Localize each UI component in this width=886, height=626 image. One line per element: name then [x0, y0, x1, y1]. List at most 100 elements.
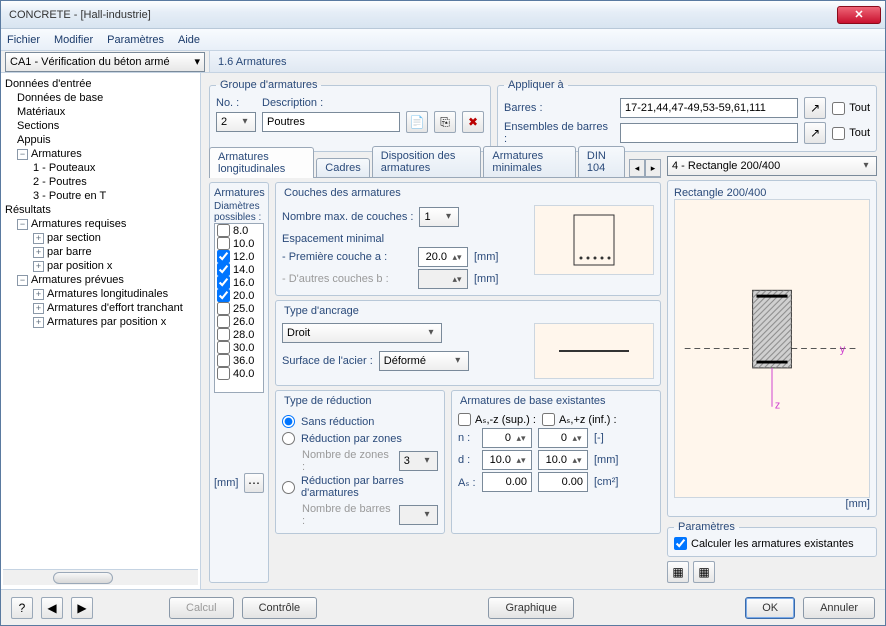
tree-req[interactable]: −Armatures requises: [3, 217, 198, 231]
tree-base[interactable]: Données de base: [3, 91, 198, 105]
tree-prev3[interactable]: +Armatures par position x: [3, 315, 198, 329]
expand-icon[interactable]: +: [33, 289, 44, 300]
expand-icon[interactable]: +: [33, 317, 44, 328]
case-combo-value: CA1 - Vérification du béton armé: [10, 56, 170, 68]
as-sup-check[interactable]: Aₛ,-z (sup.) :: [458, 413, 536, 426]
nav-tree[interactable]: Données d'entrée Données de base Matéria…: [1, 73, 201, 589]
expand-icon[interactable]: +: [33, 233, 44, 244]
view-button-2[interactable]: ▦: [693, 561, 715, 583]
tree-donnees[interactable]: Données d'entrée: [3, 77, 198, 91]
diametre-item[interactable]: 28.0: [215, 328, 263, 341]
new-button[interactable]: 📄: [406, 111, 428, 133]
row-a-spin[interactable]: 20.0▴▾: [418, 247, 468, 267]
tree-hscroll[interactable]: [3, 569, 198, 585]
copy-button[interactable]: ⎘: [434, 111, 456, 133]
no-combo[interactable]: 2▾: [216, 112, 256, 132]
chevron-down-icon: ▾: [421, 454, 433, 468]
menu-edit[interactable]: Modifier: [54, 34, 93, 46]
close-button[interactable]: ✕: [837, 6, 881, 24]
desc-input[interactable]: Poutres: [262, 112, 400, 132]
tab-cadres[interactable]: Cadres: [316, 158, 369, 177]
delete-button[interactable]: ✖: [462, 111, 484, 133]
tab-prev-button[interactable]: ◂: [629, 159, 645, 177]
arm-browse-button[interactable]: ⋯: [244, 473, 264, 493]
tree-req1[interactable]: +par section: [3, 231, 198, 245]
collapse-icon[interactable]: −: [17, 219, 28, 230]
diametre-item[interactable]: 16.0: [215, 276, 263, 289]
as1-field: 0.00: [482, 472, 532, 492]
tree-sections[interactable]: Sections: [3, 119, 198, 133]
preview-canvas: y z: [674, 199, 870, 498]
calc-exist-check[interactable]: Calculer les armatures existantes: [674, 537, 870, 550]
diametre-item[interactable]: 40.0: [215, 367, 263, 380]
diametre-item[interactable]: 36.0: [215, 354, 263, 367]
tree-prev2[interactable]: +Armatures d'effort tranchant: [3, 301, 198, 315]
help-button[interactable]: ?: [11, 597, 33, 619]
graphique-button[interactable]: Graphique: [488, 597, 573, 619]
tab-din104[interactable]: DIN 104: [578, 146, 625, 177]
as-inf-check[interactable]: Aₛ,+z (inf.) :: [542, 413, 617, 426]
ancrage-type-combo[interactable]: Droit▾: [282, 323, 442, 343]
diametre-item[interactable]: 25.0: [215, 302, 263, 315]
ok-button[interactable]: OK: [745, 597, 795, 619]
pick-ens-button[interactable]: ↗: [804, 122, 826, 144]
tab-disposition[interactable]: Disposition des armatures: [372, 146, 482, 177]
ens-input[interactable]: [620, 123, 798, 143]
section-combo[interactable]: 4 - Rectangle 200/400▾: [667, 156, 877, 176]
expand-icon[interactable]: +: [33, 261, 44, 272]
tree-materiaux[interactable]: Matériaux: [3, 105, 198, 119]
case-combo[interactable]: CA1 - Vérification du béton armé ▾: [5, 52, 205, 72]
tree-prev1[interactable]: +Armatures longitudinales: [3, 287, 198, 301]
expand-icon[interactable]: +: [33, 303, 44, 314]
controle-button[interactable]: Contrôle: [242, 597, 318, 619]
tree-prev[interactable]: −Armatures prévues: [3, 273, 198, 287]
tree-resultats[interactable]: Résultats: [3, 203, 198, 217]
tree-appuis[interactable]: Appuis: [3, 133, 198, 147]
diametre-item[interactable]: 30.0: [215, 341, 263, 354]
tree-armatures[interactable]: −Armatures: [3, 147, 198, 161]
tree-req3[interactable]: +par position x: [3, 259, 198, 273]
tree-arm2[interactable]: 2 - Poutres: [3, 175, 198, 189]
annuler-button[interactable]: Annuler: [803, 597, 875, 619]
tree-arm1[interactable]: 1 - Pouteaux: [3, 161, 198, 175]
next-page-button[interactable]: ▶: [71, 597, 93, 619]
menu-params[interactable]: Paramètres: [107, 34, 164, 46]
collapse-icon[interactable]: −: [17, 149, 28, 160]
expand-icon[interactable]: +: [33, 247, 44, 258]
tab-next-button[interactable]: ▸: [645, 159, 661, 177]
tree-arm3[interactable]: 3 - Poutre en T: [3, 189, 198, 203]
tab-minimales[interactable]: Armatures minimales: [483, 146, 575, 177]
d2-spin[interactable]: 10.0▴▾: [538, 450, 588, 470]
view-button-1[interactable]: ▦: [667, 561, 689, 583]
scroll-thumb[interactable]: [53, 572, 113, 584]
main-panel: Groupe d'armatures No. : Description : 2…: [201, 73, 885, 589]
prev-page-button[interactable]: ◀: [41, 597, 63, 619]
tab-longitudinales[interactable]: Armatures longitudinales: [209, 147, 314, 178]
menu-file[interactable]: Fichier: [7, 34, 40, 46]
diametre-item[interactable]: 26.0: [215, 315, 263, 328]
max-couches-combo[interactable]: 1▾: [419, 207, 459, 227]
radio-sans[interactable]: Sans réduction: [282, 413, 438, 430]
diametre-item[interactable]: 14.0: [215, 263, 263, 276]
n1-spin[interactable]: 0▴▾: [482, 428, 532, 448]
menu-help[interactable]: Aide: [178, 34, 200, 46]
diametres-list[interactable]: 8.010.012.014.016.020.025.026.028.030.03…: [214, 223, 264, 393]
diametre-item[interactable]: 12.0: [215, 250, 263, 263]
pick-barres-button[interactable]: ↗: [804, 97, 826, 119]
diametre-item[interactable]: 8.0: [215, 224, 263, 237]
collapse-icon[interactable]: −: [17, 275, 28, 286]
diametre-item[interactable]: 20.0: [215, 289, 263, 302]
tree-req2[interactable]: +par barre: [3, 245, 198, 259]
tout-barres-check[interactable]: Tout: [832, 102, 870, 115]
radio-zones[interactable]: Réduction par zones: [282, 430, 438, 447]
tout-ens-check[interactable]: Tout: [832, 127, 870, 140]
as2-field: 0.00: [538, 472, 588, 492]
d1-spin[interactable]: 10.0▴▾: [482, 450, 532, 470]
barres-input[interactable]: 17-21,44,47-49,53-59,61,111: [620, 98, 798, 118]
surface-combo[interactable]: Déformé▾: [379, 351, 469, 371]
n2-spin[interactable]: 0▴▾: [538, 428, 588, 448]
spinner-icon: ▴▾: [515, 436, 527, 441]
diametre-item[interactable]: 10.0: [215, 237, 263, 250]
row-b-label: - D'autres couches b :: [282, 273, 412, 285]
radio-barres[interactable]: Réduction par barres d'armatures: [282, 473, 438, 501]
